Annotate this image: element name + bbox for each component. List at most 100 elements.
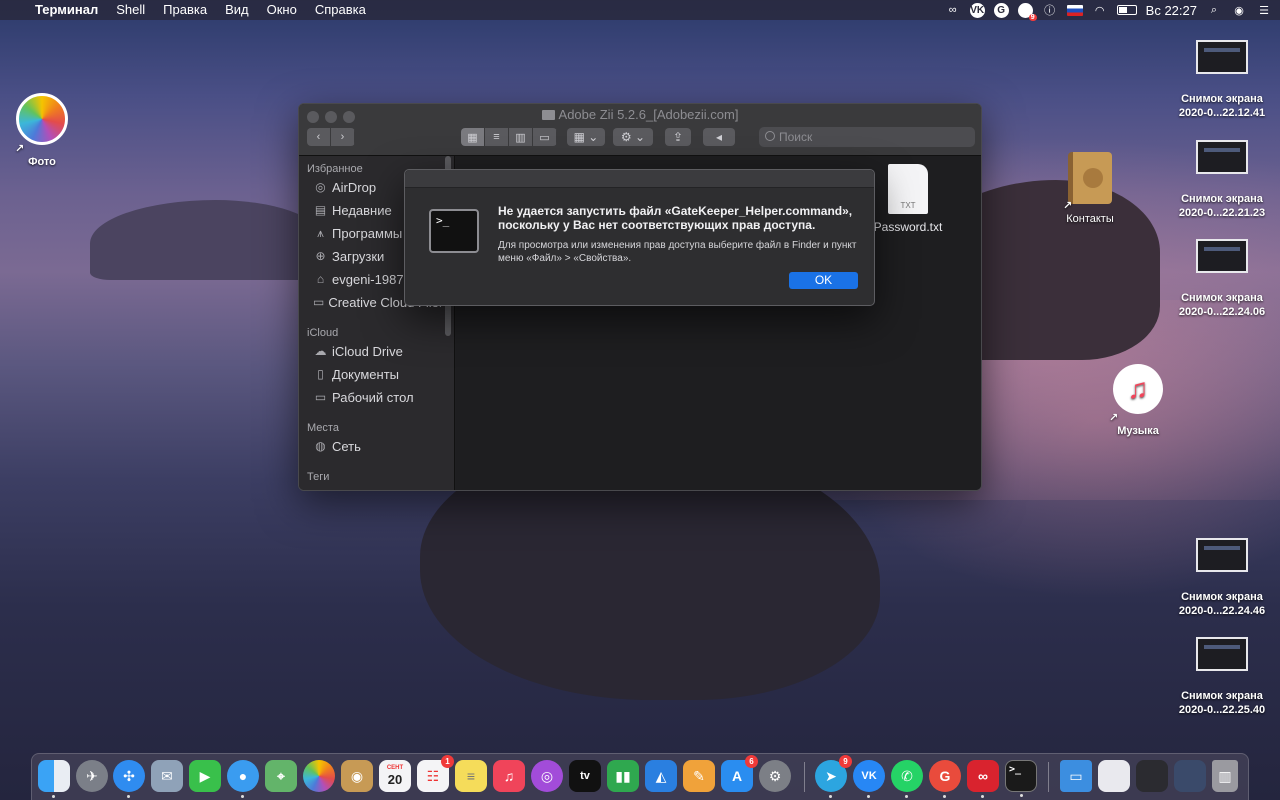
- desktop-screenshot-4[interactable]: Снимок экрана 2020-0...22.24.46: [1167, 538, 1277, 618]
- sidebar-item-desktop[interactable]: ▭ Рабочий стол: [313, 386, 441, 408]
- sidebar-item-label: Сеть: [332, 438, 361, 454]
- notification-status-icon[interactable]: 9: [1017, 2, 1037, 21]
- dock-numbers-icon[interactable]: ▮▮: [607, 760, 639, 792]
- file-name: Password.txt: [873, 220, 943, 234]
- dock-photos-icon[interactable]: [303, 760, 335, 792]
- icon-view-button[interactable]: ▦: [461, 128, 485, 146]
- vk-status-icon[interactable]: VK: [969, 2, 985, 18]
- dock-notes-icon[interactable]: ≡: [455, 760, 487, 792]
- sidebar-item-network[interactable]: ◍ Сеть: [313, 435, 441, 457]
- dock-creative-cloud-icon[interactable]: ∞: [967, 760, 999, 798]
- vk-label: VK: [861, 770, 877, 782]
- dock-safari-icon[interactable]: ✣: [113, 760, 145, 798]
- screenshot-label-line2: 2020-0...22.24.06: [1178, 306, 1266, 318]
- dock-mail-icon[interactable]: ✉: [151, 760, 183, 792]
- desktop-icon-photos[interactable]: ↗ Фото: [0, 93, 97, 169]
- desktop-screenshot-5[interactable]: Снимок экрана 2020-0...22.25.40: [1167, 637, 1277, 717]
- dock-vk-icon[interactable]: VK: [853, 760, 885, 798]
- dock-window-thumbnail-icon[interactable]: [1174, 760, 1206, 792]
- dock-reminders-icon[interactable]: ☷ 1: [417, 755, 454, 792]
- contacts-app-icon: [1068, 152, 1112, 204]
- dock-app-store-icon[interactable]: A6: [721, 755, 758, 792]
- dock-trash-icon[interactable]: ▥: [1212, 760, 1238, 792]
- permission-error-alert: >_ Не удается запустить файл «GateKeeper…: [404, 169, 875, 306]
- desktop-screenshot-2[interactable]: Снимок экрана 2020-0...22.21.23: [1167, 140, 1277, 220]
- dock-pages-icon[interactable]: ✎: [683, 760, 715, 792]
- desktop-screenshot-1[interactable]: Снимок экрана 2020-0...22.12.41: [1167, 40, 1277, 120]
- menu-window[interactable]: Окно: [258, 0, 306, 20]
- running-indicator: [981, 795, 984, 798]
- share-button[interactable]: ⇪: [665, 128, 691, 146]
- spotlight-search-icon[interactable]: ⌕: [1206, 3, 1222, 17]
- notification-badge: 9: [1028, 13, 1037, 21]
- menu-app-name[interactable]: Терминал: [26, 0, 107, 20]
- search-field[interactable]: Поиск: [759, 127, 975, 147]
- column-view-button[interactable]: ▥: [509, 128, 533, 146]
- network-globe-icon: ◍: [315, 439, 326, 453]
- dock-messages-icon[interactable]: ●: [227, 760, 259, 798]
- dock-facetime-icon[interactable]: ▶: [189, 760, 221, 792]
- menu-clock[interactable]: Вс 22:27: [1146, 3, 1197, 18]
- menu-help[interactable]: Справка: [306, 0, 375, 20]
- wifi-icon[interactable]: ◠: [1092, 3, 1108, 17]
- screenshot-label-line1: Снимок экрана: [1181, 292, 1263, 304]
- recents-icon: ▤: [314, 203, 327, 217]
- wallpaper-island-far: [90, 200, 320, 280]
- screenshot-label-line2: 2020-0...22.25.40: [1178, 704, 1266, 716]
- group-by-button[interactable]: ▦ ⌄: [567, 128, 605, 146]
- sidebar-item-documents[interactable]: ▯ Документы: [313, 363, 441, 385]
- desktop-icon-label: Контакты: [1066, 213, 1114, 225]
- dock-terminal-icon[interactable]: >_: [1005, 760, 1037, 797]
- creative-cloud-status-icon[interactable]: ∞: [945, 3, 961, 17]
- desktop-icon-music[interactable]: ♫ ↗ Музыка: [1083, 364, 1193, 438]
- notification-center-icon[interactable]: ☰: [1256, 3, 1272, 17]
- input-source-flag-icon[interactable]: [1066, 4, 1083, 16]
- desktop-icon-contacts[interactable]: ↗ Контакты: [1035, 152, 1145, 226]
- dock-whatsapp-icon[interactable]: ✆: [891, 760, 923, 798]
- dock-google-icon[interactable]: G: [929, 760, 961, 798]
- screenshot-label-line1: Снимок экрана: [1181, 591, 1263, 603]
- dock-finder-icon[interactable]: [38, 760, 70, 798]
- back-button[interactable]: ‹: [307, 128, 331, 146]
- dock-music-icon[interactable]: ♫: [493, 760, 525, 792]
- menu-edit[interactable]: Правка: [154, 0, 216, 20]
- sidebar-section-tags: Теги: [307, 471, 330, 483]
- sidebar-item-label: Загрузки: [332, 248, 385, 264]
- menu-shell[interactable]: Shell: [107, 0, 154, 20]
- google-status-icon[interactable]: G: [993, 2, 1009, 18]
- dock-system-preferences-icon[interactable]: ⚙: [759, 760, 791, 792]
- menu-view[interactable]: Вид: [216, 0, 258, 20]
- action-gear-button[interactable]: ⚙ ⌄: [613, 128, 653, 146]
- list-view-button[interactable]: ≡: [485, 128, 509, 146]
- file-item-password[interactable]: TXT Password.txt: [863, 164, 953, 234]
- desktop-screenshot-3[interactable]: Снимок экрана 2020-0...22.24.06: [1167, 239, 1277, 319]
- info-status-icon[interactable]: ⓘ: [1042, 3, 1058, 17]
- dock-keynote-icon[interactable]: ◭: [645, 760, 677, 792]
- running-indicator: [241, 795, 244, 798]
- sidebar-item-icloud-drive[interactable]: ☁ iCloud Drive: [313, 340, 441, 362]
- ok-button[interactable]: OK: [789, 272, 858, 289]
- dock-screenshot-stack-icon[interactable]: [1136, 760, 1168, 792]
- dock-folder-icon[interactable]: ▭: [1060, 760, 1092, 792]
- dock-contacts-icon[interactable]: ◉: [341, 760, 373, 792]
- dock-telegram-icon[interactable]: ➤ 9: [815, 755, 852, 798]
- siri-icon[interactable]: ◉: [1231, 3, 1247, 17]
- alias-arrow-icon: ↗: [1109, 412, 1119, 424]
- battery-icon[interactable]: [1116, 5, 1137, 15]
- tags-button[interactable]: ◂: [703, 128, 735, 146]
- dock-tv-icon[interactable]: tv: [569, 760, 601, 792]
- view-mode-segment: ▦ ≡ ▥ ▭: [461, 128, 557, 146]
- dock-calendar-icon[interactable]: СЕНТ 20: [379, 760, 411, 792]
- dock-podcasts-icon[interactable]: ◎: [531, 760, 563, 792]
- document-icon: ▯: [317, 367, 324, 381]
- dock-separator: [804, 762, 805, 792]
- menu-bar: Терминал Shell Правка Вид Окно Справка ∞…: [0, 0, 1280, 21]
- forward-button[interactable]: ›: [331, 128, 355, 146]
- dock-maps-icon[interactable]: ⌖: [265, 760, 297, 792]
- dock-separator: [1048, 762, 1049, 792]
- window-title-text: Adobe Zii 5.2.6_[Adobezii.com]: [558, 107, 739, 122]
- gallery-view-button[interactable]: ▭: [533, 128, 557, 146]
- dock-downloads-stack-icon[interactable]: [1098, 760, 1130, 792]
- dock-launchpad-icon[interactable]: ✈: [76, 760, 108, 792]
- sidebar-item-label: Документы: [332, 366, 400, 382]
